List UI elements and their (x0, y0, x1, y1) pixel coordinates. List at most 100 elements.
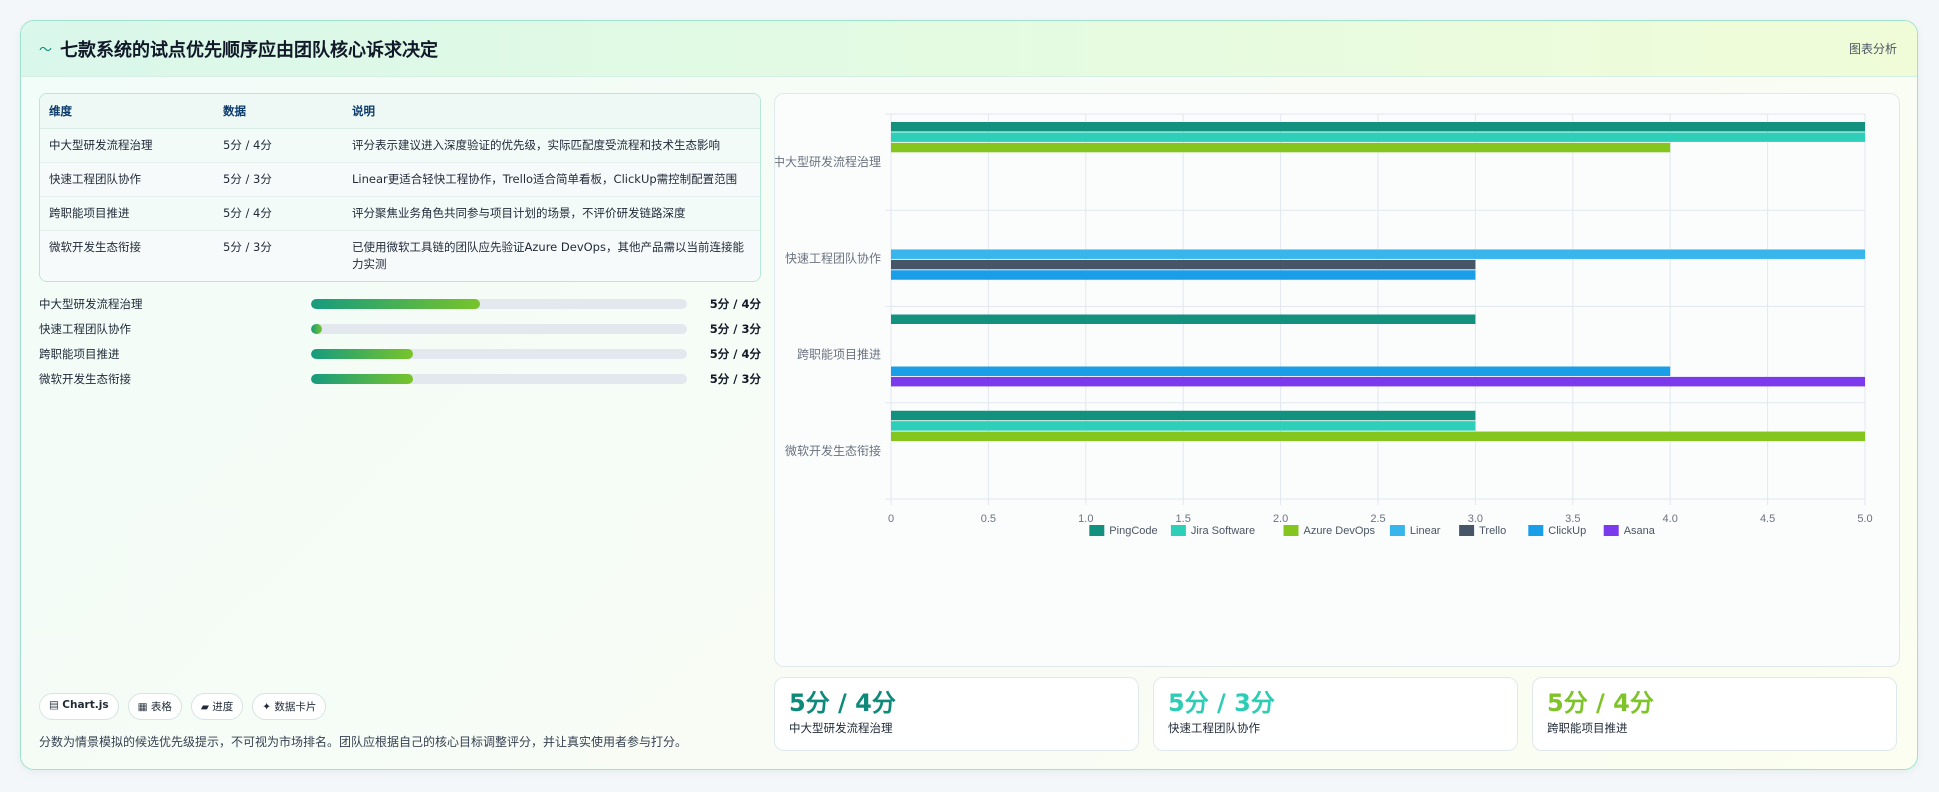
header-data: 数据 (214, 94, 343, 129)
bar (891, 410, 1476, 421)
stat-label: 跨职能项目推进 (1547, 721, 1628, 735)
chip-table[interactable]: ▦ 表格 (127, 693, 182, 720)
bar (891, 421, 1476, 431)
header-note: 说明 (343, 94, 760, 129)
cell-dimension: 微软开发生态衔接 (40, 230, 214, 281)
header-dimension: 维度 (40, 94, 214, 129)
chip-progress[interactable]: ▰ 进度 (190, 693, 244, 720)
legend-swatch (1528, 525, 1544, 536)
x-tick-label: 3.0 (1468, 513, 1483, 525)
table-row: 跨职能项目推进 5分 / 4分 评分聚焦业务角色共同参与项目计划的场景，不评价研… (40, 196, 760, 231)
progress-track (311, 373, 687, 384)
progress-fill (311, 323, 323, 334)
x-tick-label: 0 (888, 513, 894, 525)
x-tick-label: 0.5 (981, 513, 996, 525)
chart-icon: ▤ (49, 699, 59, 711)
progress-track (311, 323, 687, 334)
progress-icon: ▰ (200, 701, 209, 713)
card-header: 〜 七款系统的试点优先顺序应由团队核心诉求决定 图表分析 (21, 21, 1917, 77)
stat-label: 中大型研发流程治理 (789, 721, 893, 735)
legend-swatch (1170, 525, 1186, 536)
progress-fill (311, 373, 413, 384)
chip-label: Chart.js (62, 699, 109, 711)
chip-label: 进度 (212, 701, 234, 713)
legend-label: Trello (1479, 525, 1506, 537)
progress-label: 快速工程团队协作 (39, 321, 131, 336)
stat-card: 5分 / 4分 中大型研发流程治理 (774, 677, 1139, 751)
progress-track (311, 298, 687, 309)
progress-label: 中大型研发流程治理 (39, 296, 143, 311)
page-title: 七款系统的试点优先顺序应由团队核心诉求决定 (60, 39, 439, 61)
cell-note: 已使用微软工具链的团队应先验证Azure DevOps，其他产品需以当前连接能力… (343, 230, 760, 281)
bar (891, 249, 1865, 259)
table-row: 快速工程团队协作 5分 / 3分 Linear更适合轻快工程协作，Trello适… (40, 162, 760, 197)
legend-swatch (1389, 525, 1405, 536)
progress-label: 微软开发生态衔接 (39, 371, 131, 386)
legend-swatch (1283, 525, 1299, 536)
x-tick-label: 2.0 (1273, 513, 1288, 525)
chip-data-card[interactable]: ✦ 数据卡片 (252, 693, 327, 720)
cell-dimension: 快速工程团队协作 (40, 162, 214, 197)
table-icon: ▦ (137, 701, 148, 713)
progress-list: 中大型研发流程治理 5分 / 4分 快速工程团队协作 5分 / 3分 跨职能项目… (39, 291, 761, 391)
table-header-row: 维度 数据 说明 (40, 94, 760, 129)
chip-chartjs[interactable]: ▤ Chart.js (39, 693, 119, 720)
x-tick-label: 1.5 (1176, 513, 1191, 525)
x-tick-label: 4.0 (1663, 513, 1678, 525)
legend-label: ClickUp (1548, 525, 1586, 537)
cell-dimension: 跨职能项目推进 (40, 196, 214, 231)
stat-label: 快速工程团队协作 (1168, 721, 1260, 735)
x-tick-label: 5.0 (1857, 513, 1872, 525)
chip-label: 数据卡片 (274, 701, 317, 713)
stat-card: 5分 / 3分 快速工程团队协作 (1153, 677, 1518, 751)
legend-label: Jira Software (1191, 525, 1255, 537)
progress-row: 快速工程团队协作 5分 / 3分 (39, 316, 761, 341)
legend-label: Azure DevOps (1304, 525, 1376, 537)
legend-swatch (1603, 525, 1619, 536)
y-category-label: 中大型研发流程治理 (775, 154, 881, 169)
footnote: 分数为情景模拟的候选优先级提示，不可视为市场排名。团队应根据自己的核心目标调整评… (39, 735, 688, 749)
progress-value: 5分 / 4分 (709, 296, 761, 311)
bar (891, 376, 1865, 387)
bar (891, 259, 1476, 270)
left-panel: 维度 数据 说明 中大型研发流程治理 5分 / 4分 评分表示建议进入深度验证的… (39, 93, 761, 391)
cell-data: 5分 / 4分 (214, 196, 343, 231)
progress-fill (311, 298, 481, 309)
chart-analysis-link[interactable]: 图表分析 (1849, 40, 1897, 57)
y-category-label: 微软开发生态衔接 (785, 443, 881, 458)
cell-data: 5分 / 3分 (214, 162, 343, 197)
progress-value: 5分 / 4分 (709, 346, 761, 361)
progress-fill (311, 348, 413, 359)
progress-track (311, 348, 687, 359)
bar-chart: 0 0.5 1.0 1.5 2.0 2.5 3.0 3.5 4.0 4.5 5.0 中大型研发流程治理… (775, 113, 1873, 537)
stat-value: 5分 / 4分 (1547, 689, 1654, 717)
bar (891, 314, 1476, 324)
bar (891, 431, 1865, 442)
progress-value: 5分 / 3分 (709, 371, 761, 386)
bar (891, 122, 1865, 132)
stat-card: 5分 / 4分 跨职能项目推进 (1532, 677, 1897, 751)
sparkle-icon: ✦ (262, 701, 272, 713)
cell-note: 评分表示建议进入深度验证的优先级，实际匹配度受流程和技术生态影响 (343, 128, 760, 163)
bar (891, 132, 1865, 142)
progress-row: 微软开发生态衔接 5分 / 3分 (39, 366, 761, 391)
bar (891, 366, 1671, 376)
tag-chips: ▤ Chart.js ▦ 表格 ▰ 进度 ✦ 数据卡片 (39, 693, 327, 720)
main-card: 〜 七款系统的试点优先顺序应由团队核心诉求决定 图表分析 维度 数据 说明 中大… (20, 20, 1918, 770)
progress-row: 中大型研发流程治理 5分 / 4分 (39, 291, 761, 316)
cell-data: 5分 / 4分 (214, 128, 343, 163)
cell-data: 5分 / 3分 (214, 230, 343, 281)
legend-label: PingCode (1109, 525, 1157, 537)
legend-label: Asana (1624, 525, 1656, 537)
progress-row: 跨职能项目推进 5分 / 4分 (39, 341, 761, 366)
stat-value: 5分 / 3分 (1168, 689, 1275, 717)
progress-value: 5分 / 3分 (709, 321, 761, 336)
chip-label: 表格 (150, 701, 172, 713)
x-tick-label: 1.0 (1078, 513, 1093, 525)
y-category-label: 快速工程团队协作 (785, 250, 881, 265)
y-category-label: 跨职能项目推进 (797, 348, 881, 362)
cell-note: 评分聚焦业务角色共同参与项目计划的场景，不评价研发链路深度 (343, 196, 760, 231)
legend-label: Linear (1410, 525, 1441, 537)
data-table: 维度 数据 说明 中大型研发流程治理 5分 / 4分 评分表示建议进入深度验证的… (39, 93, 761, 282)
x-tick-label: 2.5 (1370, 513, 1385, 525)
